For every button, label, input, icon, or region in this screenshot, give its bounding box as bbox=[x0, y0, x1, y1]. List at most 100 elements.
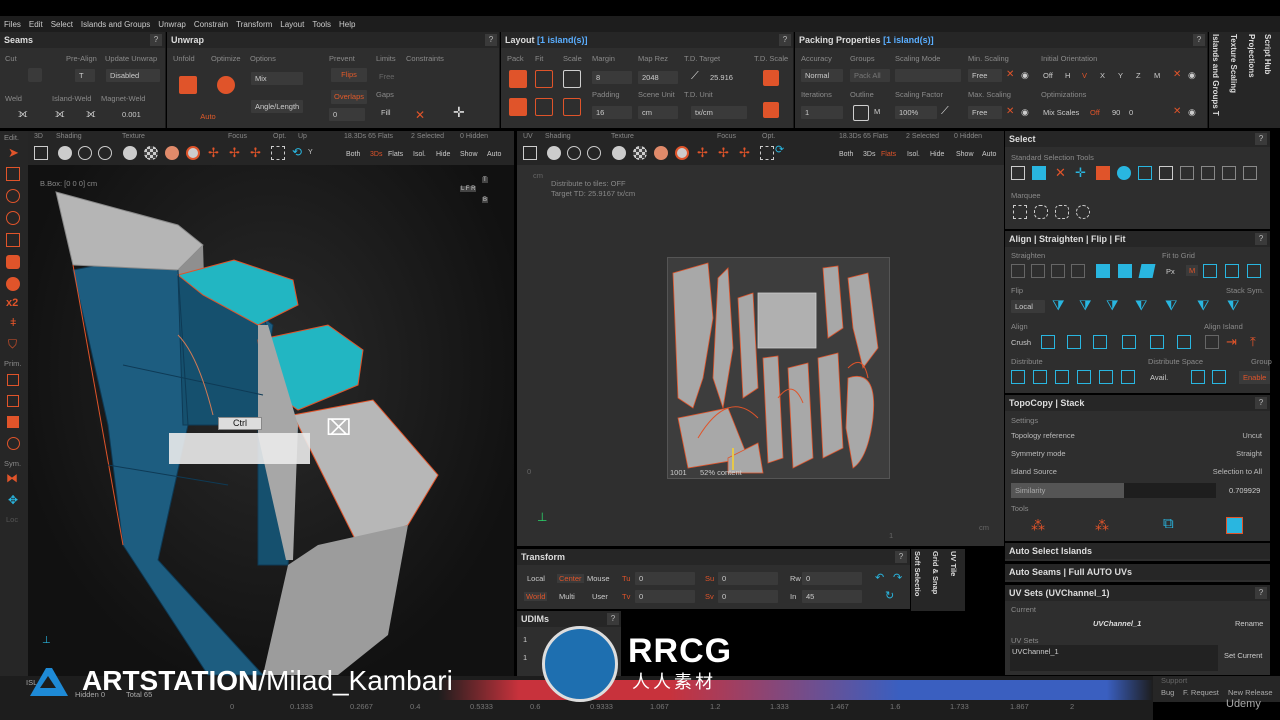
prim-box-icon[interactable] bbox=[7, 395, 19, 407]
focus-island-icon[interactable]: ✢ bbox=[250, 145, 261, 161]
help-icon[interactable]: ? bbox=[1255, 587, 1267, 599]
select-vertex-icon[interactable] bbox=[1011, 166, 1025, 180]
td-target-input[interactable]: 25.916 bbox=[706, 71, 750, 84]
constraint-pin-icon[interactable]: ✕ bbox=[415, 108, 425, 122]
orientation-v[interactable]: V bbox=[1082, 71, 1087, 80]
distribute-2-icon[interactable] bbox=[1033, 370, 1047, 384]
select-cursor-icon[interactable]: ➤ bbox=[8, 145, 19, 161]
scale-group-icon[interactable] bbox=[563, 98, 581, 116]
distribute-4-icon[interactable] bbox=[1077, 370, 1091, 384]
prim-cube-icon[interactable] bbox=[7, 416, 19, 428]
min-scaling-reset-icon[interactable]: ✕ bbox=[1006, 69, 1014, 80]
scaling-mode-dropdown[interactable] bbox=[895, 69, 961, 82]
mix-scales[interactable]: Mix Scales bbox=[1043, 108, 1079, 117]
up-axis-dropdown[interactable]: Y bbox=[308, 149, 313, 156]
vp3d-isol[interactable]: Isol. bbox=[413, 151, 426, 158]
tab-islands-groups[interactable]: Islands and Groups T bbox=[1211, 34, 1220, 116]
texture-stretch-icon[interactable] bbox=[654, 146, 668, 160]
island-source-dropdown[interactable]: Selection to All bbox=[1213, 467, 1262, 476]
tab-script-hub[interactable]: Script Hub bbox=[1263, 34, 1272, 74]
cut-icon[interactable] bbox=[28, 68, 42, 82]
align-island-v-icon[interactable]: ⤒ bbox=[1250, 334, 1256, 350]
shading-wire-icon[interactable] bbox=[78, 146, 92, 160]
align-bottom-icon[interactable] bbox=[1177, 335, 1191, 349]
texture-stretch-icon[interactable] bbox=[165, 146, 179, 160]
help-icon[interactable]: ? bbox=[485, 34, 497, 46]
straighten-edge-icon[interactable] bbox=[1071, 264, 1085, 278]
pack-icon[interactable] bbox=[509, 70, 527, 88]
orientation-h[interactable]: H bbox=[1065, 71, 1070, 80]
topo-pick-icon[interactable]: ⁂ bbox=[1031, 517, 1045, 534]
help-icon[interactable]: ? bbox=[895, 551, 907, 563]
align-left-icon[interactable] bbox=[1041, 335, 1055, 349]
pack-all-button[interactable]: Pack All bbox=[850, 69, 890, 82]
menu-files[interactable]: Files bbox=[4, 20, 21, 29]
topology-reference-dropdown[interactable]: Uncut bbox=[1242, 431, 1262, 440]
shield-icon[interactable]: ⛉ bbox=[8, 337, 17, 352]
flip-space-dropdown[interactable]: Local bbox=[1011, 300, 1045, 313]
group-enable-button[interactable]: Enable bbox=[1239, 371, 1271, 384]
angle-length-dropdown[interactable]: Angle/Length bbox=[251, 100, 303, 113]
stack-sym-u-icon[interactable]: ⧨ bbox=[1197, 297, 1210, 314]
texture-checker-icon[interactable] bbox=[633, 146, 647, 160]
vp3d-flats[interactable]: Flats bbox=[388, 151, 403, 158]
align-right-icon[interactable] bbox=[1093, 335, 1107, 349]
vpuv-hide[interactable]: Hide bbox=[930, 151, 944, 158]
align-middle-icon[interactable] bbox=[1150, 335, 1164, 349]
transform-mouse[interactable]: Mouse bbox=[587, 574, 610, 583]
menu-layout[interactable]: Layout bbox=[280, 20, 304, 29]
mirror-v-icon[interactable]: ⧨ bbox=[1165, 297, 1178, 314]
grid-select-icon[interactable] bbox=[6, 233, 20, 247]
flip-uv-icon[interactable]: ⧩ bbox=[1106, 297, 1119, 314]
axis-y[interactable]: Y bbox=[1118, 71, 1123, 80]
topo-copy-icon[interactable]: ⁂ bbox=[1095, 517, 1109, 534]
udim-row-1[interactable]: 1 bbox=[523, 635, 527, 644]
pipette-icon[interactable]: ⟋ bbox=[691, 70, 699, 83]
focus-island-icon[interactable]: ✢ bbox=[739, 145, 750, 161]
select-shrink-icon[interactable] bbox=[1159, 166, 1173, 180]
align-top-icon[interactable] bbox=[1122, 335, 1136, 349]
vp3d-3ds[interactable]: 3Ds bbox=[370, 151, 382, 158]
pre-align-toggle[interactable]: T bbox=[75, 69, 95, 82]
focus-sel-icon[interactable]: ✢ bbox=[229, 145, 240, 161]
texture-solid-icon[interactable] bbox=[612, 146, 626, 160]
opt-icon[interactable] bbox=[271, 146, 285, 160]
opt-sync-icon[interactable]: ⟳ bbox=[775, 143, 784, 156]
focus-all-icon[interactable]: ✢ bbox=[697, 145, 708, 161]
distribute-space-dropdown[interactable]: Avail. bbox=[1150, 373, 1168, 382]
eye-icon[interactable]: ◉ bbox=[1021, 107, 1029, 118]
select-all-icon[interactable] bbox=[1243, 166, 1257, 180]
straighten-v-icon[interactable] bbox=[1031, 264, 1045, 278]
min-scaling-dropdown[interactable]: Free bbox=[968, 69, 1002, 82]
fit-grid-3-icon[interactable] bbox=[1247, 264, 1261, 278]
symmetry-axis-icon[interactable]: ✥ bbox=[8, 493, 18, 507]
align-center-icon[interactable] bbox=[1067, 335, 1081, 349]
overlaps-toggle[interactable]: Overlaps bbox=[331, 90, 367, 104]
shading-wire-icon[interactable] bbox=[567, 146, 581, 160]
menu-edit[interactable]: Edit bbox=[29, 20, 43, 29]
max-scaling-dropdown[interactable]: Free bbox=[968, 106, 1002, 119]
distribute-5-icon[interactable] bbox=[1099, 370, 1113, 384]
tab-texture-scaling[interactable]: Texture Scaling bbox=[1229, 34, 1238, 93]
fit-group-icon[interactable] bbox=[535, 98, 553, 116]
align-island-1-icon[interactable] bbox=[1205, 335, 1219, 349]
update-unwrap-dropdown[interactable]: Disabled bbox=[106, 69, 160, 82]
td-set-icon[interactable] bbox=[763, 102, 779, 118]
outline-icon[interactable] bbox=[853, 105, 869, 121]
in-input[interactable]: 45 bbox=[802, 590, 862, 603]
shading-solid-icon[interactable] bbox=[547, 146, 561, 160]
optimize-tool-icon[interactable] bbox=[6, 277, 20, 291]
help-icon[interactable]: ? bbox=[1255, 133, 1267, 145]
optimize-icon[interactable] bbox=[217, 76, 235, 94]
rotate-cw-icon[interactable]: ↷ bbox=[893, 571, 902, 584]
help-icon[interactable]: ? bbox=[779, 34, 791, 46]
texture-map-icon[interactable] bbox=[675, 146, 689, 160]
vp3d-auto[interactable]: Auto bbox=[487, 151, 501, 158]
sv-input[interactable]: 0 bbox=[718, 590, 778, 603]
mix-90[interactable]: 90 bbox=[1112, 108, 1120, 117]
uv-set-item[interactable]: UVChannel_1 bbox=[1012, 647, 1059, 656]
tab-grid-snap[interactable]: Grid & Snap bbox=[931, 551, 940, 594]
transform-user[interactable]: User bbox=[592, 592, 608, 601]
select-invert-icon[interactable] bbox=[1222, 166, 1236, 180]
auto-button[interactable]: Auto bbox=[189, 112, 227, 124]
